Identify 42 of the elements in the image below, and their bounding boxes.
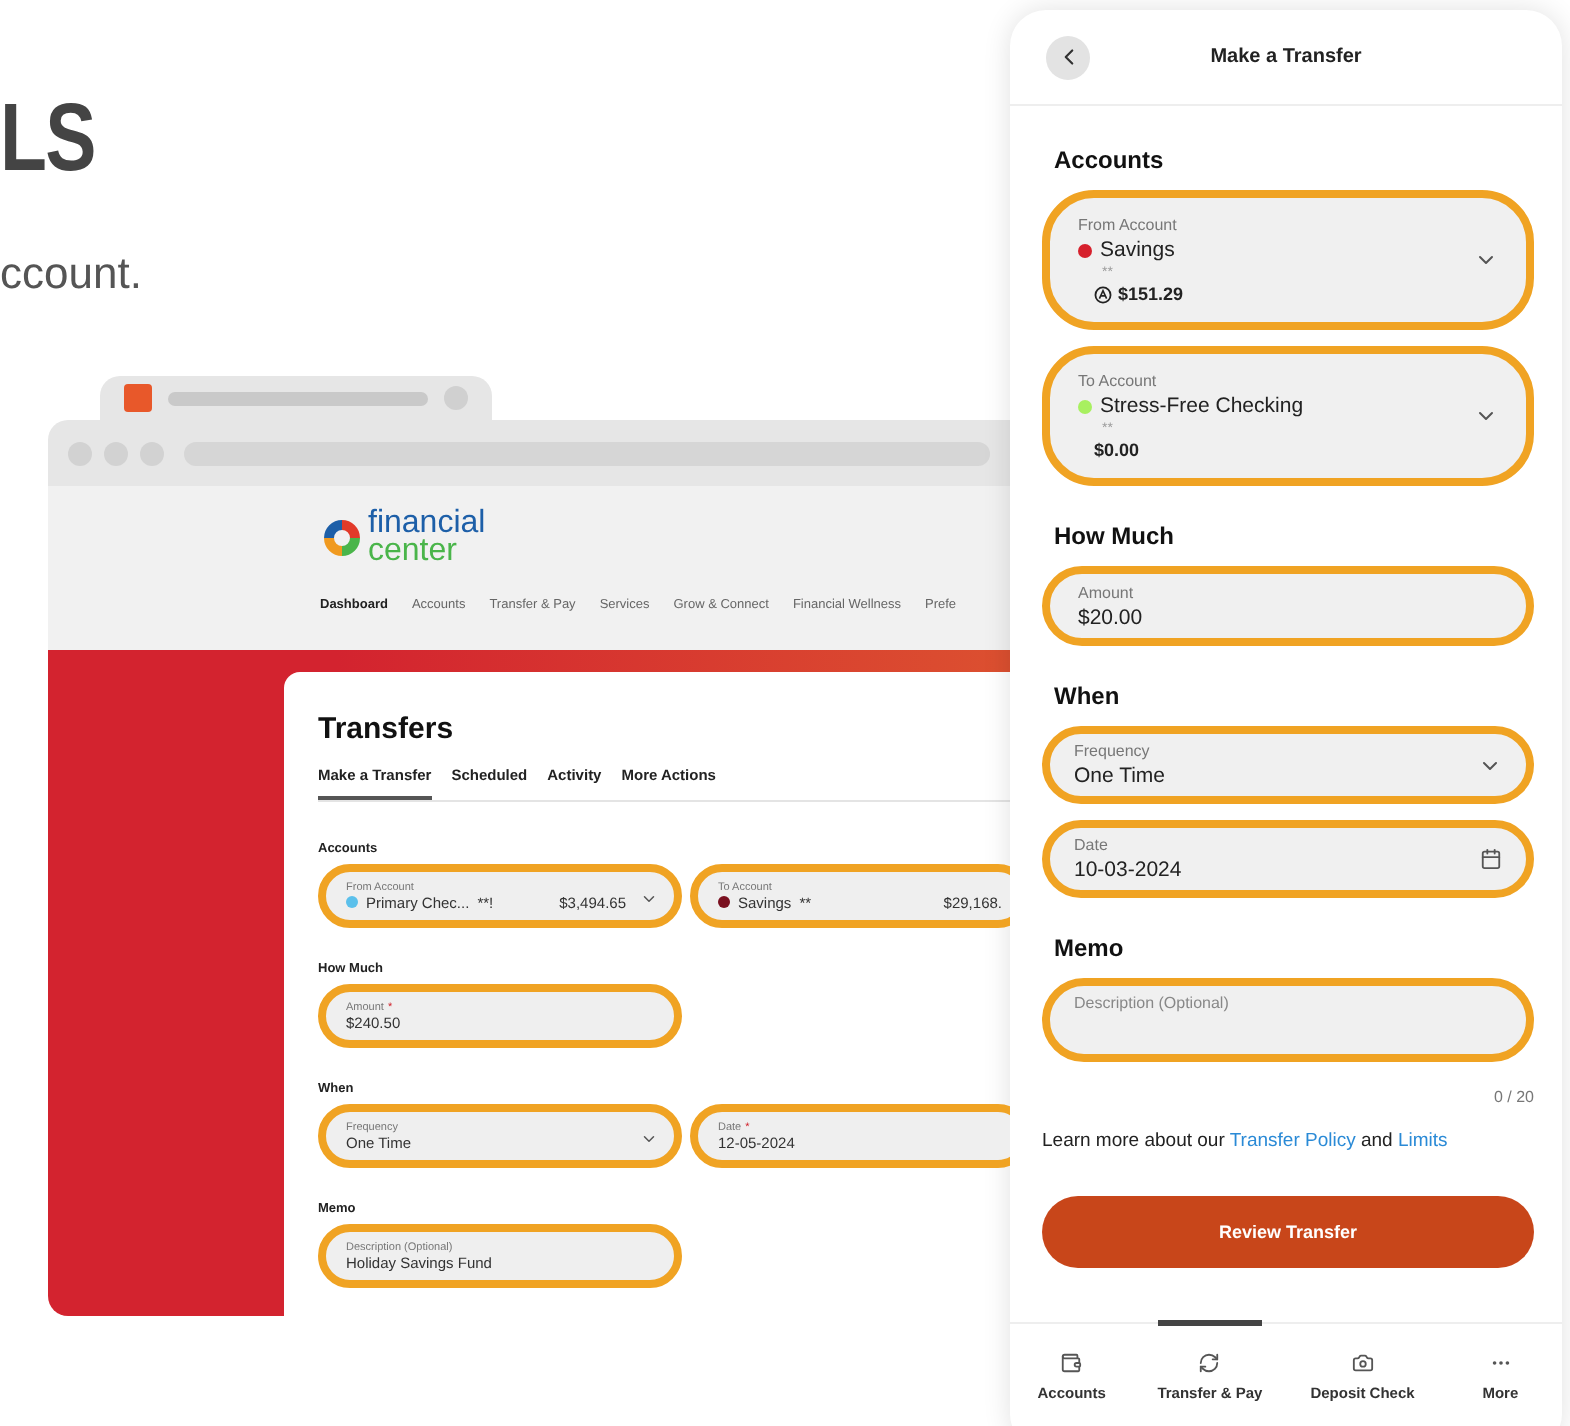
account-balance: $0.00: [1094, 440, 1142, 460]
favicon-icon: [124, 384, 152, 412]
logo-text: center: [368, 538, 459, 566]
field-value: One Time: [1074, 764, 1168, 788]
field-label: Amount: [1078, 583, 1136, 601]
policy-link[interactable]: Limits: [1397, 1130, 1448, 1152]
account-name: Savings: [1100, 238, 1175, 262]
memo-field[interactable]: Description (Optional): [1042, 978, 1534, 1062]
page-subtitle: ccount.: [0, 248, 142, 300]
field-label: Frequency: [1074, 742, 1152, 760]
browser-tab[interactable]: [100, 376, 492, 420]
section-title: Accounts: [1054, 146, 1164, 174]
wallet-icon: [1060, 1351, 1083, 1373]
frequency-select[interactable]: Frequency One Time: [1042, 726, 1534, 804]
field-value: $20.00: [1078, 605, 1145, 629]
info-text: Learn more about our Transfer Policy and Limits: [1042, 1130, 1450, 1152]
policy-link[interactable]: Transfer Policy: [1229, 1130, 1356, 1152]
section-title: How Much: [1054, 522, 1174, 550]
description-textarea[interactable]: Description (Optional): [1070, 990, 1506, 1050]
section-title: When: [1054, 682, 1120, 710]
logo-swirl-icon: [320, 516, 364, 560]
field-label: Date: [1074, 836, 1110, 854]
field-label: From Account: [1078, 216, 1179, 234]
refresh-icon: [1198, 1351, 1221, 1373]
review-transfer-button[interactable]: Review Transfer: [1042, 1196, 1534, 1268]
input-field[interactable]: Amount $20.00: [1042, 566, 1534, 646]
chevron-down-icon: [640, 1130, 658, 1148]
date-field[interactable]: Date 10-03-2024: [1042, 820, 1534, 898]
page-heading: LS: [0, 92, 95, 188]
screen-title: Make a Transfer: [1208, 46, 1364, 68]
calendar-icon: [1480, 848, 1502, 870]
logo-text: financial: [368, 510, 486, 538]
account-name: Stress-Free Checking: [1100, 394, 1304, 418]
character-counter: 0 / 20: [1493, 1088, 1534, 1106]
camera-icon: [1351, 1351, 1374, 1373]
field-value: 10-03-2024: [1074, 858, 1184, 882]
account-balance: $151.29: [1094, 284, 1462, 304]
chevron-down-icon: [640, 890, 658, 908]
back-button[interactable]: [1046, 35, 1090, 79]
field-label: To Account: [1078, 372, 1159, 390]
card-title: Transfers: [318, 712, 456, 746]
section-title: Memo: [1054, 934, 1124, 962]
